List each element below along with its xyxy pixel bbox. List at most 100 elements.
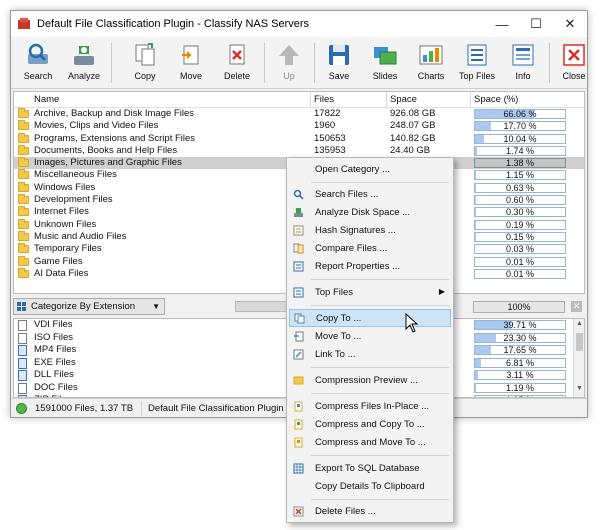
table-row[interactable]: Programs, Extensions and Script Files 150…: [14, 132, 584, 145]
menu-search-files[interactable]: Search Files ...: [289, 186, 451, 204]
copy-button[interactable]: Copy: [122, 40, 168, 86]
submenu-arrow-icon: ▶: [438, 287, 445, 296]
row-name: Archive, Backup and Disk Image Files: [34, 108, 194, 119]
grid-icon: [17, 301, 26, 311]
menu-compress-in-place[interactable]: Compress Files In-Place ...: [289, 398, 451, 416]
row-name: Programs, Extensions and Script Files: [34, 132, 196, 144]
close-window-button[interactable]: ✕: [553, 11, 587, 37]
column-space[interactable]: Space: [390, 94, 417, 105]
list-icon: [293, 287, 304, 298]
top-files-button[interactable]: Top Files: [454, 40, 500, 86]
chevron-down-icon: ▼: [152, 302, 160, 311]
row-space: 248.07 GB: [390, 120, 436, 132]
row-space: 140.82 GB: [390, 132, 436, 144]
close-icon: [563, 44, 585, 66]
menu-compress-and-move[interactable]: Compress and Move To ...: [289, 434, 451, 452]
context-menu: Open Category ... Search Files ... Analy…: [286, 157, 454, 523]
menu-move-to[interactable]: Move To ...: [289, 328, 451, 346]
scrollbar[interactable]: ▲ ▼: [573, 319, 584, 397]
menu-open-category[interactable]: Open Category ...: [289, 161, 451, 179]
search-button[interactable]: Search: [15, 40, 61, 86]
row-name: Unknown Files: [34, 218, 97, 230]
close-button[interactable]: Close: [551, 40, 597, 86]
row-name: Movies, Clips and Video Files: [34, 120, 159, 132]
close-icon[interactable]: ✕: [571, 301, 582, 312]
row-name: VDI Files: [34, 319, 73, 330]
row-space: 24.40 GB: [390, 144, 431, 156]
menu-compare-files[interactable]: Compare Files ...: [289, 240, 451, 258]
row-name: Miscellaneous Files: [34, 169, 117, 181]
folder-icon: [18, 132, 29, 143]
folder-icon: [18, 267, 29, 278]
charts-button[interactable]: Charts: [408, 40, 454, 86]
scroll-down-icon[interactable]: ▼: [574, 385, 584, 396]
row-name: EXE Files: [34, 356, 76, 368]
folder-icon: [18, 181, 29, 192]
space-pct-bar: 10.04 %: [474, 133, 566, 144]
space-pct-bar: 0.01 %: [474, 256, 566, 267]
folder-icon: [18, 218, 29, 229]
analyze-icon: [74, 46, 94, 65]
link-icon: [293, 349, 304, 360]
row-name: Documents, Books and Help Files: [34, 144, 178, 156]
column-space-pct[interactable]: Space (%): [474, 94, 518, 105]
file-icon: [18, 320, 27, 331]
space-pct-bar: 0.01 %: [474, 268, 566, 279]
delete-button[interactable]: Delete: [214, 40, 260, 86]
status-summary: 1591000 Files, 1.37 TB: [35, 403, 134, 414]
folder-icon: [18, 206, 29, 217]
compress-move-icon: [294, 437, 303, 448]
column-name[interactable]: Name: [34, 94, 59, 105]
menu-copy-details[interactable]: Copy Details To Clipboard: [289, 478, 451, 496]
status-ok-icon: [16, 403, 27, 414]
space-pct-bar: 0.63 %: [474, 182, 566, 193]
compress-copy-icon: [294, 419, 303, 430]
space-pct-bar: 0.60 %: [474, 195, 566, 206]
menu-compression-preview[interactable]: Compression Preview ...: [289, 372, 451, 390]
menu-export-sql[interactable]: Export To SQL Database: [289, 460, 451, 478]
delete-icon: [229, 44, 245, 65]
space-pct-bar: 0.19 %: [474, 219, 566, 230]
menu-delete-files[interactable]: Delete Files ...: [289, 503, 451, 521]
mouse-cursor-icon: [405, 313, 419, 333]
analyze-button[interactable]: Analyze: [61, 40, 107, 86]
chart-icon: [419, 45, 443, 65]
row-name: AI Data Files: [34, 267, 89, 279]
menu-report-properties[interactable]: Report Properties ...: [289, 258, 451, 276]
table-row[interactable]: Movies, Clips and Video Files 1960 248.07 …: [14, 120, 584, 132]
column-files[interactable]: Files: [314, 94, 334, 105]
list-icon: [467, 44, 487, 66]
categorize-dropdown[interactable]: Categorize By Extension ▼: [13, 298, 165, 315]
save-icon: [329, 45, 349, 65]
minimize-button[interactable]: —: [485, 11, 519, 37]
table-row[interactable]: Documents, Books and Help Files 135953 24.…: [14, 144, 584, 157]
menu-analyze-disk-space[interactable]: Analyze Disk Space ...: [289, 204, 451, 222]
maximize-button[interactable]: ☐: [519, 11, 553, 37]
save-button[interactable]: Save: [316, 40, 362, 86]
space-pct-bar: 39.71 %: [474, 320, 566, 330]
move-button[interactable]: Move: [168, 40, 214, 86]
menu-top-files[interactable]: Top Files ▶: [289, 284, 451, 302]
table-row[interactable]: Archive, Backup and Disk Image Files 1782…: [14, 108, 584, 120]
row-name: Music and Audio Files: [34, 230, 127, 242]
info-icon: [512, 44, 534, 66]
file-icon: [18, 345, 27, 356]
up-button[interactable]: Up: [266, 40, 312, 86]
scroll-thumb[interactable]: [576, 333, 583, 351]
row-name: Temporary Files: [34, 243, 102, 255]
folder-icon: [18, 230, 29, 241]
row-name: ISO Files: [34, 331, 74, 343]
menu-hash-signatures[interactable]: Hash Signatures ...: [289, 222, 451, 240]
info-button[interactable]: Info: [500, 40, 546, 86]
row-name: Game Files: [34, 255, 83, 267]
menu-copy-to[interactable]: Copy To ...: [289, 309, 451, 327]
row-name: DOC Files: [34, 381, 78, 393]
copy-icon: [135, 43, 155, 66]
menu-link-to[interactable]: Link To ...: [289, 346, 451, 364]
slides-button[interactable]: Slides: [362, 40, 408, 86]
menu-compress-and-copy[interactable]: Compress and Copy To ...: [289, 416, 451, 434]
folder-icon: [18, 169, 29, 180]
row-files: 150653: [314, 132, 346, 144]
folder-icon: [18, 108, 29, 118]
scroll-up-icon[interactable]: ▲: [574, 320, 584, 331]
